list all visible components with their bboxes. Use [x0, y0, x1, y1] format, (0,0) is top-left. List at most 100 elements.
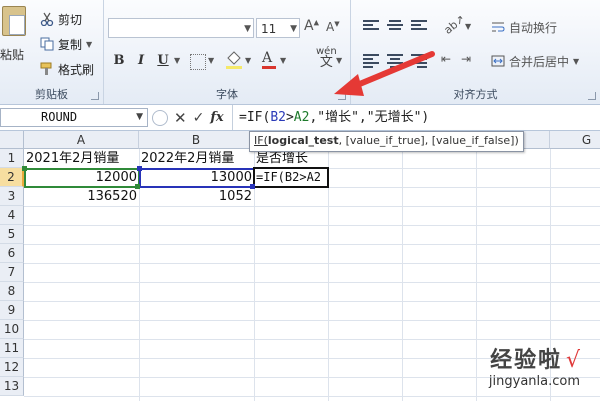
- underline-button[interactable]: U: [154, 52, 172, 70]
- cell-b2[interactable]: 13000: [139, 168, 254, 187]
- format-painter-label: 格式刷: [58, 62, 95, 77]
- watermark-url: jingyanla.com: [488, 374, 580, 389]
- grow-font-icon[interactable]: A▲: [304, 18, 319, 34]
- formula-bar-buttons: ✕ ✓ fx: [152, 108, 224, 127]
- italic-button[interactable]: I: [132, 52, 150, 70]
- shrink-font-icon[interactable]: A▼: [326, 20, 340, 34]
- borders-dropdown-icon[interactable]: ▼: [208, 56, 214, 65]
- formula-ref-a2: A2: [293, 110, 310, 125]
- row-header-3[interactable]: 3: [0, 187, 24, 206]
- cut-button[interactable]: 剪切: [40, 10, 82, 28]
- range-handle-b2[interactable]: [137, 166, 142, 171]
- font-color-dropdown-icon[interactable]: ▼: [280, 56, 286, 65]
- wrap-text-label: 自动换行: [509, 20, 558, 35]
- formula-rest: ,"增长","无增长"): [309, 110, 430, 125]
- cancel-icon[interactable]: ✕: [174, 109, 187, 127]
- row-header-2[interactable]: 2: [0, 168, 24, 187]
- clipboard-dialog-launcher-icon[interactable]: [91, 92, 99, 100]
- gridline: [24, 301, 600, 302]
- copy-label: 复制: [58, 37, 83, 52]
- column-header-b[interactable]: B: [139, 131, 254, 149]
- wrap-text-button[interactable]: 自动换行: [491, 18, 557, 36]
- gridline: [24, 396, 600, 397]
- gridline: [24, 320, 600, 321]
- column-header-g[interactable]: G: [550, 131, 600, 149]
- gridline: [24, 244, 600, 245]
- fill-color-icon[interactable]: [224, 50, 244, 73]
- increase-indent-icon[interactable]: ⇥: [461, 52, 471, 66]
- font-color-icon[interactable]: A: [262, 50, 276, 69]
- merge-center-icon: [491, 54, 505, 68]
- tooltip-function-name[interactable]: IF(: [254, 134, 268, 147]
- row-header-6[interactable]: 6: [0, 244, 24, 263]
- copy-icon: [40, 37, 54, 51]
- gridline: [24, 282, 600, 283]
- cell-a3[interactable]: 136520: [24, 187, 139, 206]
- gridline: [24, 339, 600, 340]
- clipboard-group-label: 剪贴板: [35, 88, 68, 101]
- copy-button[interactable]: 复制 ▼: [40, 35, 92, 53]
- formula-bar-resize-icon[interactable]: [152, 109, 168, 126]
- insert-function-icon[interactable]: fx: [210, 110, 223, 125]
- function-tooltip: IF(logical_test, [value_if_true], [value…: [249, 131, 524, 152]
- cell-a2[interactable]: 12000: [24, 168, 139, 187]
- column-header-a[interactable]: A: [24, 131, 139, 149]
- orientation-icon[interactable]: ab↗: [442, 12, 468, 37]
- font-size-value: 11: [261, 22, 277, 36]
- tooltip-other-args: , [value_if_true], [value_if_false]): [338, 134, 519, 147]
- formula-input[interactable]: =IF(B2>A2,"增长","无增长"): [232, 105, 429, 130]
- wrap-text-icon: [491, 20, 505, 34]
- bold-button[interactable]: B: [110, 52, 128, 70]
- format-painter-button[interactable]: 格式刷: [40, 60, 94, 78]
- row-header-9[interactable]: 9: [0, 301, 24, 320]
- row-header-5[interactable]: 5: [0, 225, 24, 244]
- format-painter-icon: [40, 62, 54, 76]
- underline-dropdown-icon[interactable]: ▼: [174, 56, 180, 65]
- row-header-7[interactable]: 7: [0, 263, 24, 282]
- cell-b3[interactable]: 1052: [139, 187, 254, 206]
- align-middle-icon[interactable]: [387, 20, 403, 34]
- row-header-11[interactable]: 11: [0, 339, 24, 358]
- paste-icon: [2, 6, 26, 36]
- row-header-8[interactable]: 8: [0, 282, 24, 301]
- tooltip-current-arg[interactable]: logical_test: [268, 134, 339, 147]
- formula-gt: >: [285, 110, 294, 125]
- chevron-down-icon: ▼: [136, 112, 143, 122]
- font-name-combo[interactable]: ▼: [108, 18, 254, 38]
- chevron-down-icon: ▼: [290, 24, 297, 34]
- range-handle-a2[interactable]: [22, 166, 27, 171]
- row-header-4[interactable]: 4: [0, 206, 24, 225]
- row-header-13[interactable]: 13: [0, 377, 24, 396]
- merge-center-label: 合并后居中: [509, 54, 570, 69]
- gridline: [24, 225, 600, 226]
- orientation-dropdown-icon[interactable]: ▼: [465, 22, 471, 31]
- name-box[interactable]: ROUND ▼: [0, 108, 148, 127]
- font-size-combo[interactable]: 11 ▼: [256, 18, 300, 38]
- fill-color-dropdown-icon[interactable]: ▼: [245, 56, 251, 65]
- merge-center-button[interactable]: 合并后居中 ▼: [491, 52, 579, 70]
- borders-icon[interactable]: [190, 54, 206, 70]
- enter-icon[interactable]: ✓: [193, 110, 205, 126]
- gridline: [24, 206, 600, 207]
- cell-b1[interactable]: 2022年2月销量: [139, 149, 254, 168]
- cut-label: 剪切: [58, 12, 83, 27]
- row-header-10[interactable]: 10: [0, 320, 24, 339]
- row-header-12[interactable]: 12: [0, 358, 24, 377]
- font-group: ▼ 11 ▼ A▲ A▼ B I U ▼ ▼ ▼ A ▼ wén 文 ▼ 字体: [104, 0, 351, 104]
- cell-c2[interactable]: =IF(B2>A2: [254, 168, 328, 187]
- select-all-corner[interactable]: [0, 131, 24, 149]
- row-header-1[interactable]: 1: [0, 149, 24, 168]
- paste-button[interactable]: 粘贴: [0, 0, 30, 80]
- gridline: [24, 263, 600, 264]
- name-box-value: ROUND: [41, 110, 78, 124]
- watermark-check: √: [565, 348, 580, 373]
- cell-a1[interactable]: 2021年2月销量: [24, 149, 139, 168]
- clipboard-group: 粘贴 剪切 复制 ▼ 格式刷 剪贴板: [0, 0, 104, 104]
- scissors-icon: [40, 12, 54, 27]
- chevron-down-icon: ▼: [86, 39, 93, 49]
- decrease-indent-icon[interactable]: ⇤: [441, 52, 451, 66]
- align-top-icon[interactable]: [363, 20, 379, 34]
- alignment-dialog-launcher-icon[interactable]: [588, 92, 596, 100]
- align-bottom-icon[interactable]: [411, 20, 427, 34]
- watermark-title: 经验啦: [490, 348, 563, 373]
